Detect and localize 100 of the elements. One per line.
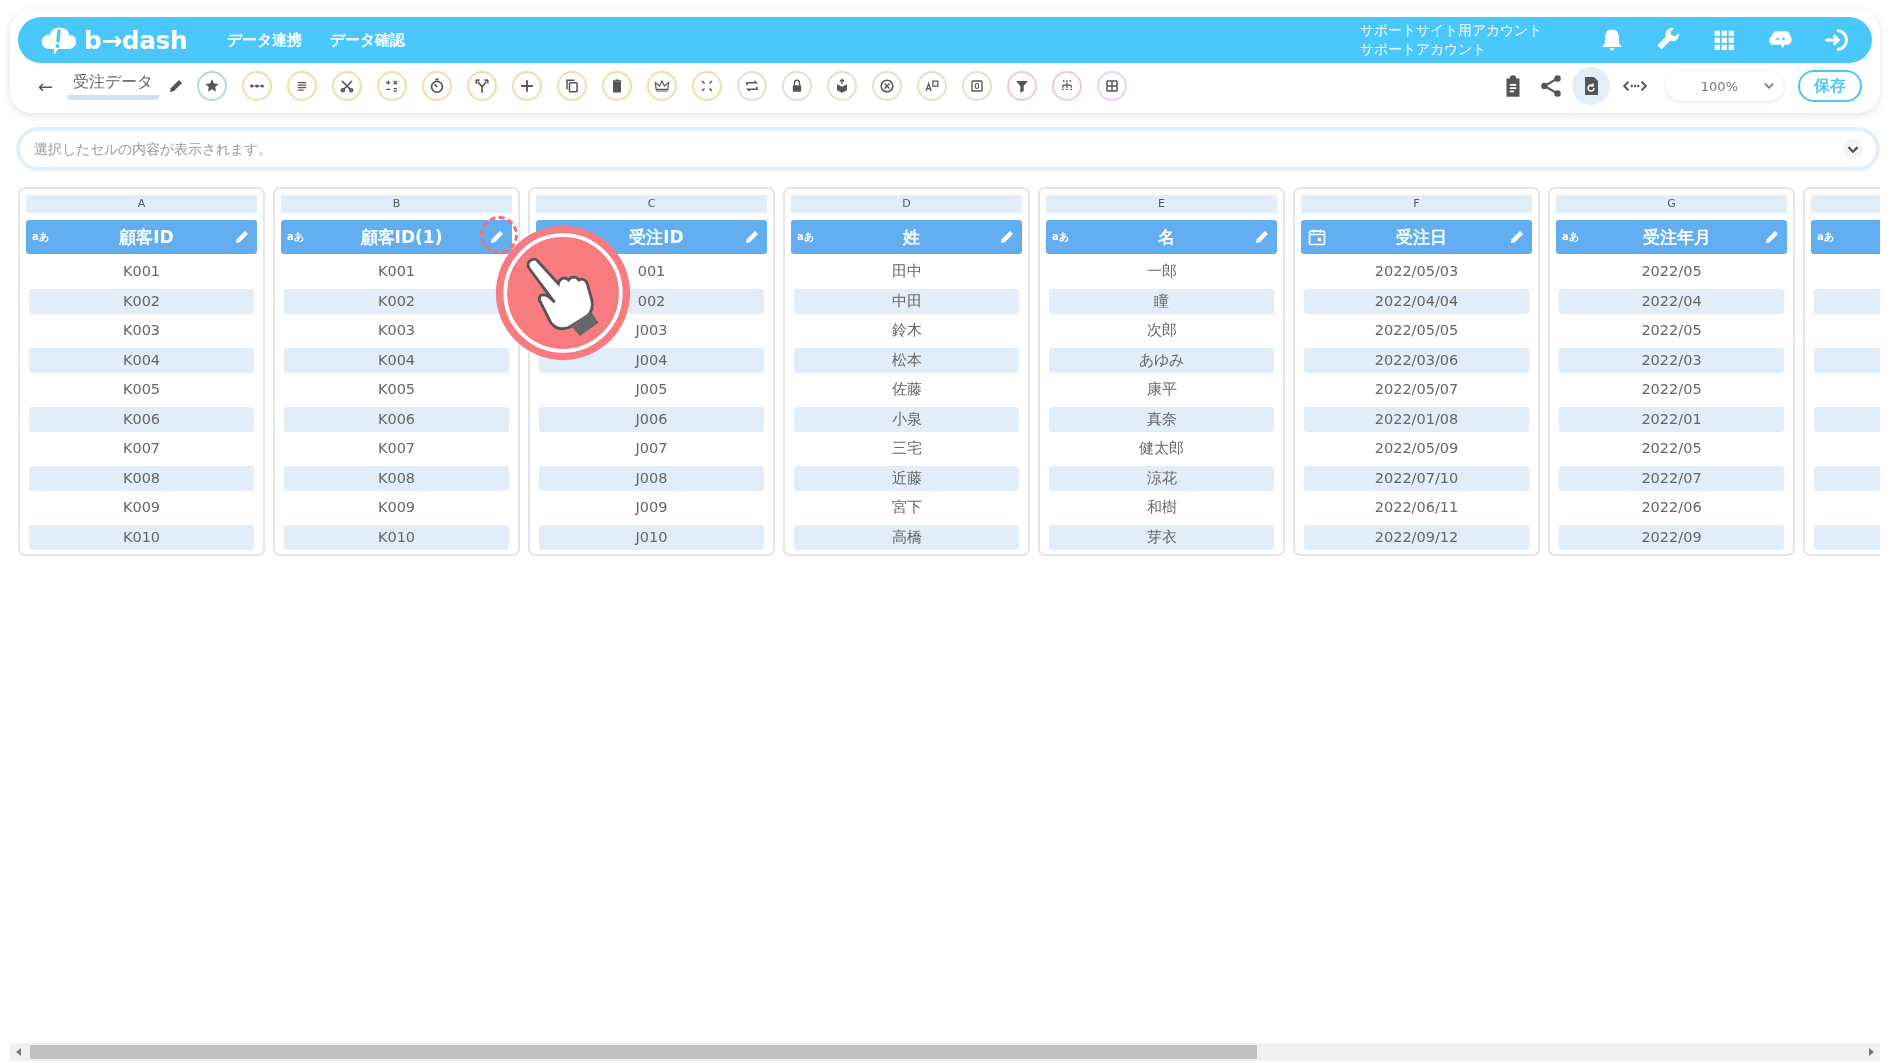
timer-button[interactable] xyxy=(422,71,453,101)
file-refresh-button[interactable] xyxy=(1572,67,1610,105)
table-cell: あゆみ xyxy=(1049,347,1274,373)
cancel-button[interactable] xyxy=(872,71,903,101)
table-cell-text: K001 xyxy=(376,262,417,281)
share-icon[interactable] xyxy=(1538,73,1564,99)
table-cell-text: K007 xyxy=(121,439,162,458)
table-cell: K006 xyxy=(284,406,509,432)
back-button[interactable]: ← xyxy=(38,75,54,97)
table-cell-text: 佐藤 xyxy=(890,380,923,399)
table-cell: 近藤 xyxy=(794,465,1019,491)
table-cell: 松本 xyxy=(794,347,1019,373)
column-name: 顧客ID(1) xyxy=(359,225,444,249)
column-name: 受注日 xyxy=(1395,225,1448,249)
scroll-right-icon[interactable] xyxy=(1866,1047,1876,1057)
table-cell-text: J009 xyxy=(633,498,669,517)
zoom-dropdown[interactable]: 100% xyxy=(1666,71,1784,101)
table-cell-text: K009 xyxy=(376,498,417,517)
list-button[interactable] xyxy=(287,71,318,101)
table-cell-text: 2022/05 xyxy=(1640,380,1703,399)
table-cell: K004 xyxy=(29,347,254,373)
table-cell-text: 2022/05 xyxy=(1640,321,1703,340)
more-button[interactable] xyxy=(242,71,273,101)
table-cell: K008 xyxy=(29,465,254,491)
horizontal-scrollbar[interactable] xyxy=(10,1043,1880,1061)
table-cell-text: 鈴木 xyxy=(890,321,923,340)
table-cell-text: 和樹 xyxy=(1145,498,1178,517)
more-icon xyxy=(249,83,266,89)
table-cell-text: K009 xyxy=(121,498,162,517)
nav-link[interactable]: データ確認 xyxy=(330,30,406,50)
table-cell-text: 康平 xyxy=(1145,380,1178,399)
table-cell-text: K001 xyxy=(121,262,162,281)
table-cell: K008 xyxy=(284,465,509,491)
table-cell: 高橋 xyxy=(794,524,1019,550)
logo-text: b→dash xyxy=(84,25,188,55)
translate-button[interactable] xyxy=(917,71,948,101)
table-cell-text: 2022/05/07 xyxy=(1373,380,1460,399)
table-cell: 瞳 xyxy=(1049,288,1274,314)
table-cell: 2022/03/06 xyxy=(1304,347,1529,373)
table-cell-text: 001 xyxy=(636,262,667,281)
table-cell: 2022/01/08 xyxy=(1304,406,1529,432)
math-button[interactable] xyxy=(377,71,408,101)
table-cell-text: 2022/05 xyxy=(1640,439,1703,458)
chevron-down-icon[interactable] xyxy=(1842,138,1864,160)
table-cell-text: J007 xyxy=(633,439,669,458)
type-label: aあ xyxy=(1817,230,1835,244)
column-letter: D xyxy=(791,195,1022,213)
type-label: aあ xyxy=(1052,230,1070,244)
table-cell-text: 次郎 xyxy=(1145,321,1178,340)
table-cell: K010 xyxy=(284,524,509,550)
cell-content-bar[interactable]: 選択したセルの内容が表示されます。 xyxy=(16,127,1880,171)
type-label: aあ xyxy=(1562,230,1580,244)
table-cell-text: K005 xyxy=(121,380,162,399)
account-name: サポートサイト用アカウント xyxy=(1360,21,1542,40)
table-cell-text: K003 xyxy=(121,321,162,340)
nav-link[interactable]: データ連携 xyxy=(227,30,303,50)
copy-button[interactable] xyxy=(557,71,588,101)
table-button[interactable] xyxy=(1097,71,1128,101)
lock-button[interactable] xyxy=(782,71,813,101)
box-upload-button[interactable] xyxy=(827,71,858,101)
table-cell-text: 2022/05/03 xyxy=(1373,262,1460,281)
column-letter: E xyxy=(1046,195,1277,213)
table-cell-text: 田中 xyxy=(890,262,923,281)
branch-button[interactable] xyxy=(467,71,498,101)
table-cell-text: K003 xyxy=(376,321,417,340)
plus-button[interactable] xyxy=(512,71,543,101)
table-cell: 2022/09/12 xyxy=(1304,524,1529,550)
table-cell-text: 2022/05 xyxy=(1640,262,1703,281)
column-name: 名 xyxy=(1157,225,1176,249)
repeat-button[interactable] xyxy=(737,71,768,101)
star-button[interactable] xyxy=(197,71,228,101)
table-cell: 2022/07/10 xyxy=(1304,465,1529,491)
column-letter: G xyxy=(1556,195,1787,213)
table-cell: K010 xyxy=(29,524,254,550)
table-cell-text: 一郎 xyxy=(1145,262,1178,281)
table-cell: 2022/03 xyxy=(1559,347,1784,373)
crown-button[interactable] xyxy=(647,71,678,101)
scissors-button[interactable] xyxy=(332,71,363,101)
table-cell-text: 宮下 xyxy=(890,498,923,517)
collapse-button[interactable] xyxy=(692,71,723,101)
scroll-left-icon[interactable] xyxy=(14,1047,24,1057)
save-button[interactable]: 保存 xyxy=(1798,70,1862,102)
table-cell: J006 xyxy=(539,406,764,432)
hierarchy-button[interactable] xyxy=(1052,71,1083,101)
column-letter: A xyxy=(26,195,257,213)
filter-button[interactable] xyxy=(1007,71,1038,101)
table-cell: K004 xyxy=(284,347,509,373)
table-cell: K002 xyxy=(29,288,254,314)
calendar-icon xyxy=(1307,227,1327,247)
table-cell: 中田 xyxy=(794,288,1019,314)
table-cell: J010 xyxy=(539,524,764,550)
trash-button[interactable] xyxy=(602,71,633,101)
type-label: aあ xyxy=(287,230,305,244)
table-cell-text: 健太郎 xyxy=(1138,439,1185,458)
counter-button[interactable] xyxy=(962,71,993,101)
table-cell: 芽衣 xyxy=(1049,524,1274,550)
table-cell-text: K007 xyxy=(376,439,417,458)
table-cell-text: K005 xyxy=(376,380,417,399)
table-cell: 2022/07 xyxy=(1559,465,1784,491)
column-letter: C xyxy=(536,195,767,213)
